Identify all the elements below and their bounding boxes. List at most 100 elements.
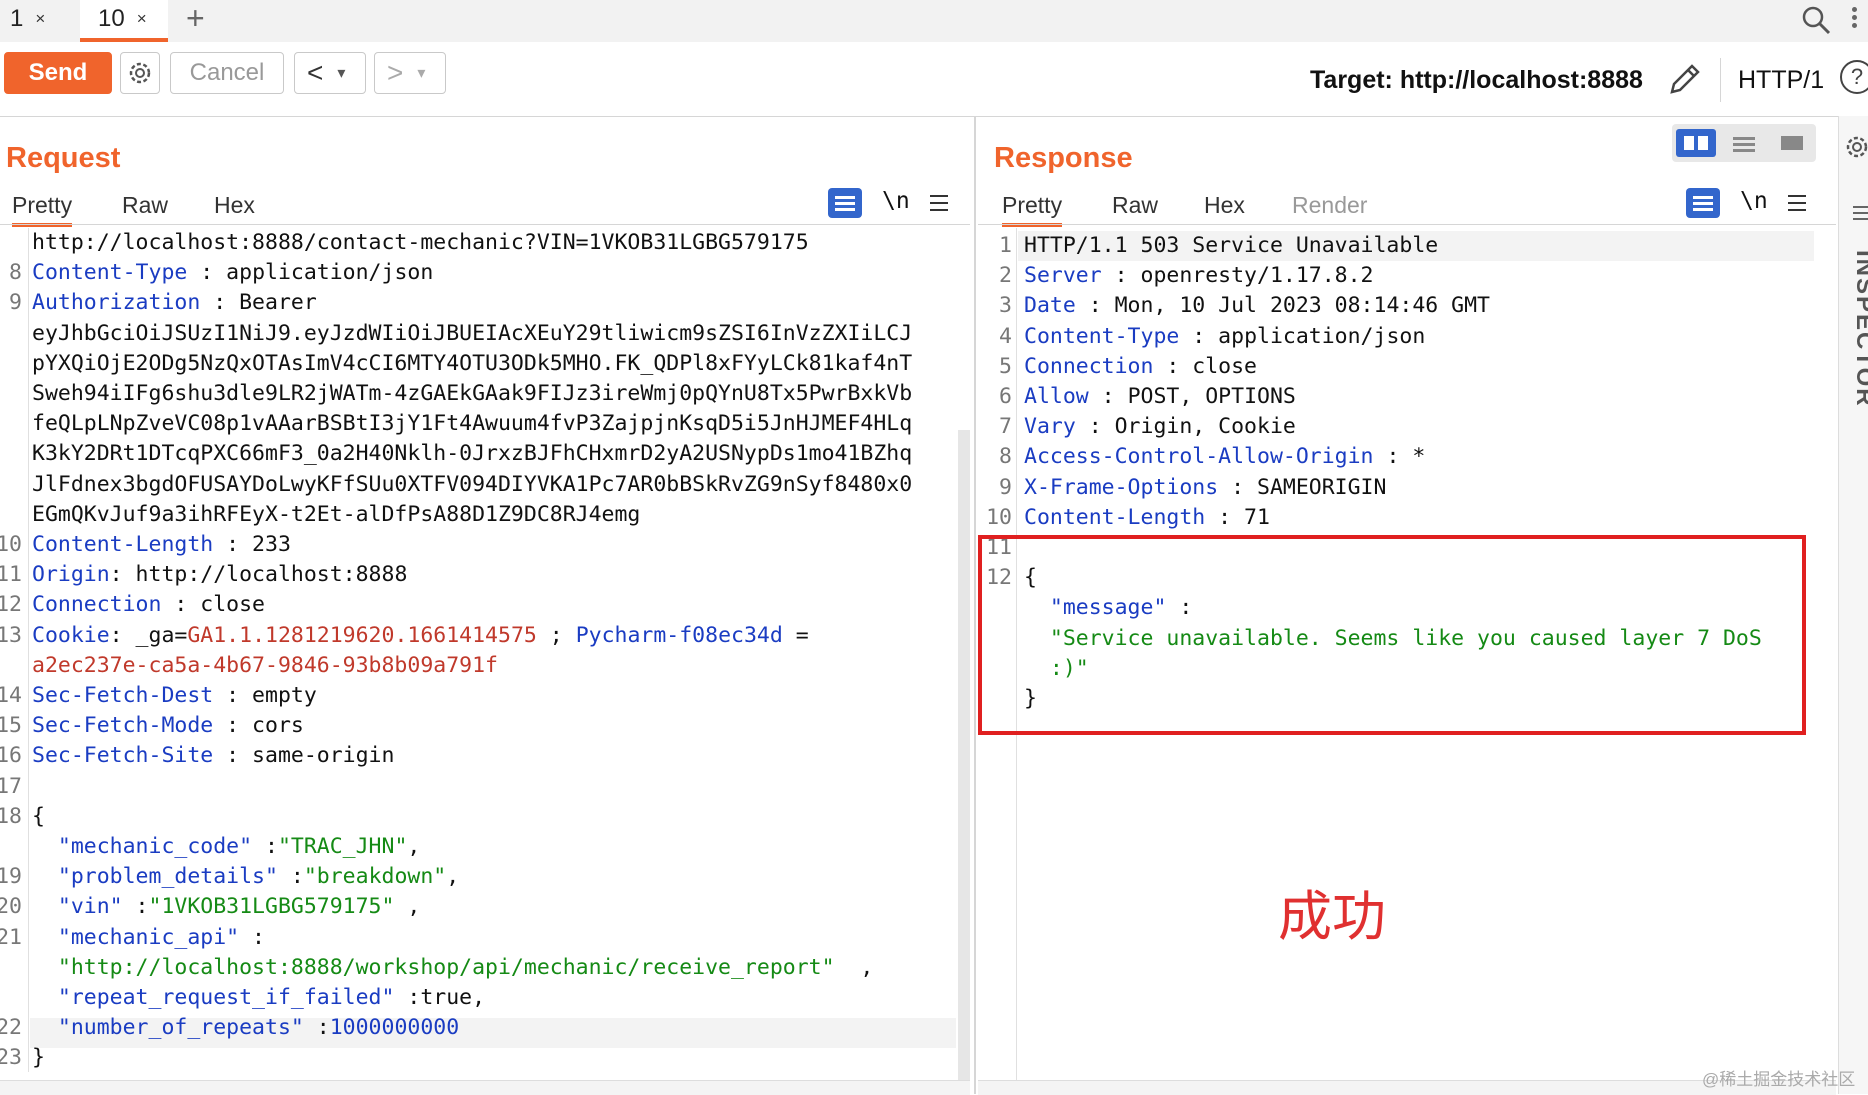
code-token: Server (1024, 263, 1102, 289)
code-token: Access-Control-Allow-Origin (1024, 444, 1374, 470)
request-scrollbar[interactable] (958, 430, 970, 1080)
code-token: , (394, 894, 421, 920)
code-token: X-Frame-Options (1024, 474, 1219, 500)
code-token: K3kY2DRt1DTcqPXC66mF3_0a2H40Nklh-0JrxzBJ… (32, 441, 913, 467)
code-token: EGmQKvJuf9a3ihRFEyX-t2Et-alDfPsA88D1Z9DC… (32, 501, 641, 527)
code-token: , (446, 864, 460, 890)
new-tab-button[interactable]: + (186, 0, 205, 36)
code-line: Sec-Fetch-Mode : cors (32, 711, 304, 741)
close-icon[interactable]: × (35, 9, 45, 29)
tab-label: 10 (98, 5, 125, 32)
code-token: : SAMEORIGIN (1218, 474, 1387, 500)
tab-pretty[interactable]: Pretty (1002, 192, 1063, 227)
code-line: { (32, 802, 45, 832)
back-button[interactable]: < ▾ (294, 52, 366, 94)
tab-hex[interactable]: Hex (1204, 192, 1245, 219)
cancel-button[interactable]: Cancel (170, 52, 284, 94)
code-line: X-Frame-Options : SAMEORIGIN (1024, 473, 1386, 503)
tab-10[interactable]: 10 × (80, 0, 168, 42)
code-token: Sec-Fetch-Mode (32, 713, 214, 739)
code-line: Date : Mon, 10 Jul 2023 08:14:46 GMT (1024, 291, 1490, 321)
code-line: EGmQKvJuf9a3ihRFEyX-t2Et-alDfPsA88D1Z9DC… (32, 500, 640, 530)
menu-icon[interactable] (1788, 190, 1806, 216)
code-token: Sweh94iIFg6shu3dle9LR2jWATm-4zGAEkGAak9F… (32, 381, 913, 406)
code-token: , (834, 954, 874, 980)
code-token: : Origin, Cookie (1075, 414, 1296, 440)
code-line: Connection : close (1024, 352, 1257, 382)
layout-single-button[interactable] (1772, 129, 1812, 157)
dropdown-icon[interactable]: ▾ (417, 63, 425, 83)
edit-pencil-icon[interactable] (1664, 60, 1704, 100)
newline-toggle[interactable]: \n (882, 188, 910, 214)
code-token: : 71 (1205, 504, 1270, 530)
code-token: "http://localhost:8888/workshop/api/mech… (32, 954, 835, 980)
code-token: "number_of_repeats" (32, 1015, 304, 1041)
code-token: { (32, 803, 45, 829)
code-line: Vary : Origin, Cookie (1024, 412, 1296, 442)
code-token: Authorization (32, 290, 201, 316)
line-number: 19 (0, 864, 22, 890)
line-number: 23 (0, 1045, 22, 1071)
word-wrap-icon[interactable] (1686, 188, 1720, 218)
code-line: Sec-Fetch-Site : same-origin (32, 741, 394, 771)
settings-button[interactable] (120, 52, 160, 94)
code-token: Sec-Fetch-Site (32, 743, 214, 769)
code-token: : Mon, 10 Jul 2023 08:14:46 GMT (1075, 293, 1490, 319)
protocol-label[interactable]: HTTP/1 (1738, 66, 1824, 95)
code-token: Cookie (32, 622, 110, 648)
code-line: "repeat_request_if_failed" :true, (32, 983, 485, 1013)
code-token: a2ec237e-ca5a-4b67-9846-93b8b09a791f (32, 652, 498, 678)
code-line: Access-Control-Allow-Origin : * (1024, 442, 1425, 472)
forward-button[interactable]: > ▾ (374, 52, 446, 94)
close-icon[interactable]: × (137, 9, 147, 29)
code-token: "breakdown" (303, 864, 447, 890)
line-number: 12 (0, 592, 22, 618)
code-token: "mechanic_api" (32, 924, 240, 950)
chevron-right-icon: > (387, 57, 404, 88)
code-line: a2ec237e-ca5a-4b67-9846-93b8b09a791f (32, 651, 498, 681)
tab-1[interactable]: 1 × (10, 0, 45, 38)
tab-raw[interactable]: Raw (122, 192, 168, 219)
menu-icon[interactable] (930, 190, 948, 216)
search-icon[interactable] (1800, 4, 1832, 36)
code-line: eyJhbGciOiJSUzI1NiJ9.eyJzdWIiOiJBUEIAcXE… (32, 319, 912, 349)
line-number: 21 (0, 924, 22, 950)
code-token: : openresty/1.17.8.2 (1101, 263, 1374, 289)
code-token: Pycharm-f08ec34d (575, 622, 783, 648)
code-token: } (32, 1045, 45, 1071)
send-button[interactable]: Send (4, 52, 112, 94)
line-number: 1 (999, 233, 1012, 258)
code-token: "repeat_request_if_failed" (32, 985, 395, 1010)
code-token: GA1.1.1281219620.1661414575 (187, 622, 537, 648)
code-token: http://localhost:8888/contact-mechanic?V… (32, 230, 809, 255)
tab-pretty[interactable]: Pretty (12, 192, 73, 227)
newline-toggle[interactable]: \n (1740, 188, 1768, 214)
code-token: : (239, 924, 265, 950)
line-number: 6 (999, 384, 1012, 409)
code-token: : 233 (213, 532, 291, 557)
list-icon[interactable] (1853, 206, 1868, 208)
code-token: Origin (32, 562, 110, 588)
word-wrap-icon[interactable] (828, 188, 862, 218)
tab-hex[interactable]: Hex (214, 192, 255, 219)
layout-split-button[interactable] (1676, 129, 1716, 157)
gear-icon[interactable] (1839, 132, 1868, 162)
dropdown-icon[interactable]: ▾ (337, 63, 345, 83)
more-icon[interactable] (1852, 4, 1862, 31)
panel-divider[interactable] (974, 116, 976, 1094)
help-icon[interactable]: ? (1840, 60, 1868, 94)
tab-render[interactable]: Render (1292, 192, 1367, 219)
code-token: "mechanic_code" (32, 834, 253, 859)
code-token: : application/json (187, 260, 434, 286)
inspector-label[interactable]: INSPECTOR (1850, 250, 1868, 408)
code-token: "TRAC_JHN" (277, 834, 408, 859)
code-line: Sec-Fetch-Dest : empty (32, 681, 317, 711)
code-token: Sec-Fetch-Dest (32, 683, 214, 708)
code-line: Content-Type : application/json (32, 258, 433, 288)
layout-stacked-button[interactable] (1724, 129, 1764, 157)
line-number: 15 (0, 713, 22, 739)
tab-raw[interactable]: Raw (1112, 192, 1158, 219)
code-line: Allow : POST, OPTIONS (1024, 382, 1296, 412)
code-token: "vin" (32, 894, 123, 920)
code-line: Sweh94iIFg6shu3dle9LR2jWATm-4zGAEkGAak9F… (32, 379, 912, 409)
